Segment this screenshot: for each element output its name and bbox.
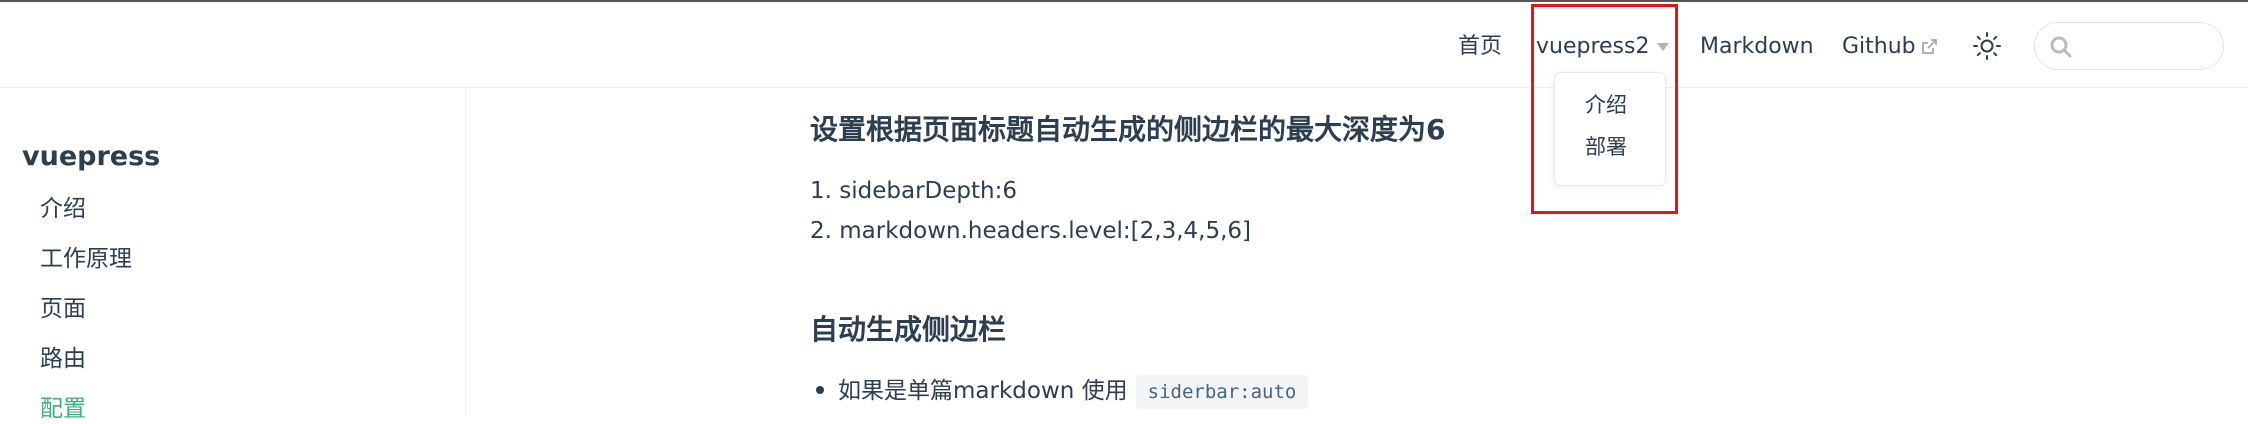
search-icon xyxy=(2050,36,2072,58)
nav-home-link[interactable]: 首页 xyxy=(1458,32,1502,62)
sidebar-item-how-it-works[interactable]: 工作原理 xyxy=(40,244,132,274)
bullet-text: 如果是单篇markdown 使用 xyxy=(838,378,1128,404)
caret-down-icon xyxy=(1657,43,1670,51)
bullet-icon xyxy=(816,385,824,394)
navbar: 首页 vuepress2 Markdown Github xyxy=(0,2,2248,88)
section-heading-sidebar-depth: 设置根据页面标题自动生成的侧边栏的最大深度为6 xyxy=(810,113,1446,146)
sun-theme-toggle-icon[interactable] xyxy=(1972,31,2002,61)
nav-markdown-link[interactable]: Markdown xyxy=(1700,32,1814,62)
dropdown-item-intro[interactable]: 介绍 xyxy=(1585,91,1627,119)
search-input[interactable] xyxy=(2034,22,2224,70)
bullet-list-item: 如果是单篇markdown 使用 siderbar:auto xyxy=(810,374,1309,409)
dropdown-item-deploy[interactable]: 部署 xyxy=(1585,133,1627,161)
external-link-icon xyxy=(1922,39,1937,54)
nav-dropdown-vuepress2[interactable]: vuepress2 xyxy=(1536,32,1670,62)
inline-code: siderbar:auto xyxy=(1135,375,1309,409)
ordered-list-item: 1. sidebarDepth:6 xyxy=(810,178,1017,204)
sidebar-item-config-active[interactable]: 配置 xyxy=(40,394,86,424)
sidebar-item-pages[interactable]: 页面 xyxy=(40,294,86,324)
sidebar-group-title[interactable]: vuepress xyxy=(22,140,160,174)
nav-github-link[interactable]: Github xyxy=(1842,32,1916,62)
nav-dropdown-label: vuepress2 xyxy=(1536,34,1650,59)
sidebar-item-intro[interactable]: 介绍 xyxy=(40,194,86,224)
sidebar: vuepress 介绍 工作原理 页面 路由 配置 xyxy=(0,88,466,422)
sidebar-item-routing[interactable]: 路由 xyxy=(40,344,86,374)
dropdown-menu: 介绍 部署 xyxy=(1554,72,1666,186)
ordered-list-item: 2. markdown.headers.level:[2,3,4,5,6] xyxy=(810,218,1252,244)
section-heading-auto-sidebar: 自动生成侧边栏 xyxy=(810,313,1007,346)
